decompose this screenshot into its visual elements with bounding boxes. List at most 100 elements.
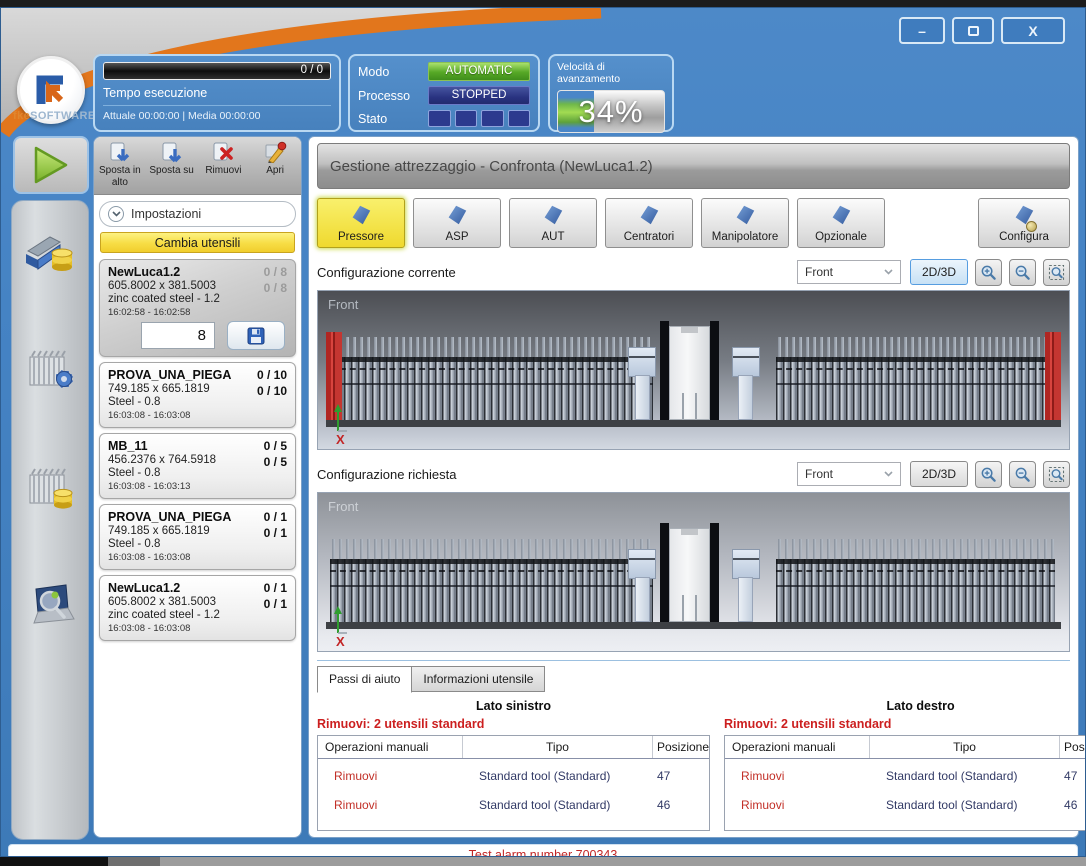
processo-label: Processo bbox=[358, 89, 428, 103]
tool-setup-gear-icon[interactable] bbox=[22, 343, 78, 399]
required-config-viewport[interactable]: Front bbox=[317, 492, 1070, 652]
job-name: NewLuca1.2 bbox=[108, 581, 287, 595]
job-count-2: 0 / 1 bbox=[264, 597, 287, 613]
viewport-front-label: Front bbox=[328, 499, 358, 514]
tempo-label: Tempo esecuzione bbox=[103, 86, 331, 100]
current-zoom-in-button[interactable] bbox=[975, 259, 1002, 286]
tab-label: Centratori bbox=[624, 231, 675, 243]
open-button[interactable]: Apri bbox=[249, 137, 301, 194]
tab-manipolatore[interactable]: Manipolatore bbox=[701, 198, 789, 248]
job-counts: 0 / 8 0 / 8 bbox=[264, 265, 287, 296]
help-tab-label: Passi di aiuto bbox=[329, 672, 400, 686]
chevron-down-icon bbox=[884, 471, 893, 477]
remove-label: Rimuovi bbox=[205, 165, 241, 177]
job-card[interactable]: PROVA_UNA_PIEGA 749.185 x 665.1819 Steel… bbox=[99, 362, 296, 428]
tab-centratori[interactable]: Centratori bbox=[605, 198, 693, 248]
current-view-select[interactable]: Front bbox=[797, 260, 901, 284]
current-2d3d-button[interactable]: 2D/3D bbox=[910, 259, 968, 285]
job-card[interactable]: MB_11 456.2376 x 764.5918 Steel - 0.8 16… bbox=[99, 433, 296, 499]
operation-cell: Rimuovi bbox=[318, 798, 463, 812]
stato-box bbox=[455, 110, 478, 127]
tool-rack-database-icon[interactable] bbox=[22, 461, 78, 517]
zoom-fit-icon bbox=[1048, 466, 1065, 483]
job-card[interactable]: PROVA_UNA_PIEGA 749.185 x 665.1819 Steel… bbox=[99, 504, 296, 570]
tab-label: ASP bbox=[445, 231, 468, 243]
page-title: Gestione attrezzaggio - Confronta (NewLu… bbox=[330, 158, 653, 175]
job-card[interactable]: NewLuca1.2 605.8002 x 381.5003 zinc coat… bbox=[99, 259, 296, 357]
minimize-button[interactable]: – bbox=[899, 17, 945, 44]
progress-value: 0 / 0 bbox=[301, 64, 323, 76]
operation-cell: Rimuovi bbox=[318, 769, 463, 783]
remove-button[interactable]: Rimuovi bbox=[198, 137, 250, 194]
change-tools-label: Cambia utensili bbox=[155, 236, 240, 250]
position-cell: 47 bbox=[653, 769, 709, 783]
start-button[interactable] bbox=[13, 136, 89, 194]
table-row[interactable]: Rimuovi Standard tool (Standard) 46 bbox=[318, 792, 709, 817]
center-clamp-device bbox=[628, 321, 760, 420]
change-tools-button[interactable]: Cambia utensili bbox=[100, 232, 295, 253]
required-zoom-fit-button[interactable] bbox=[1043, 461, 1070, 488]
tool-fence-left bbox=[330, 337, 653, 420]
zoom-fit-icon bbox=[1048, 264, 1065, 281]
table-row[interactable]: Rimuovi Standard tool (Standard) 47 bbox=[318, 763, 709, 788]
job-time: 16:03:08 - 16:03:13 bbox=[108, 481, 287, 492]
tool-database-icon[interactable] bbox=[22, 225, 78, 281]
alarm-text: Test alarm number 700343 bbox=[469, 848, 618, 858]
tool-scene bbox=[326, 321, 1061, 427]
required-2d3d-button[interactable]: 2D/3D bbox=[910, 461, 968, 487]
table-row[interactable]: Rimuovi Standard tool (Standard) 47 bbox=[725, 763, 1086, 788]
settings-expander[interactable]: Impostazioni bbox=[99, 201, 296, 227]
screen-bottom-strip bbox=[0, 857, 1086, 866]
type-cell: Standard tool (Standard) bbox=[463, 769, 653, 783]
tab-opzionale[interactable]: Opzionale bbox=[797, 198, 885, 248]
operation-cell: Rimuovi bbox=[725, 769, 870, 783]
processo-value-badge: STOPPED bbox=[428, 86, 530, 105]
required-zoom-in-button[interactable] bbox=[975, 461, 1002, 488]
x-axis-label: X bbox=[336, 432, 345, 447]
y-axis-arrow-icon bbox=[330, 605, 352, 635]
move-to-top-label: Sposta in alto bbox=[94, 165, 146, 188]
move-to-top-button[interactable]: Sposta in alto bbox=[94, 137, 146, 194]
close-button[interactable]: X bbox=[1001, 17, 1065, 44]
job-time: 16:02:58 - 16:02:58 bbox=[108, 307, 287, 318]
alarm-status-bar[interactable]: Test alarm number 700343 bbox=[8, 844, 1078, 857]
application-window: fkeSOFTWARE – X 0 / 0 Tempo esecuzione A… bbox=[0, 7, 1086, 857]
current-config-viewport[interactable]: Front bbox=[317, 290, 1070, 450]
quantity-input[interactable] bbox=[141, 322, 215, 349]
maximize-button[interactable] bbox=[952, 17, 994, 44]
move-up-button[interactable]: Sposta su bbox=[146, 137, 198, 194]
play-icon bbox=[32, 145, 70, 185]
execution-time-panel: 0 / 0 Tempo esecuzione Attuale 00:00:00 … bbox=[93, 54, 341, 132]
asp-icon bbox=[446, 205, 468, 225]
job-size: 456.2376 x 764.5918 bbox=[108, 454, 287, 466]
job-name: MB_11 bbox=[108, 439, 287, 453]
brand-suffix: SOFTWARE bbox=[30, 110, 96, 122]
job-card[interactable]: NewLuca1.2 605.8002 x 381.5003 zinc coat… bbox=[99, 575, 296, 641]
tab-informazioni-utensile[interactable]: Informazioni utensile bbox=[411, 666, 545, 692]
2d3d-label: 2D/3D bbox=[922, 467, 956, 481]
tab-pressore[interactable]: Pressore bbox=[317, 198, 405, 248]
required-config-label: Configurazione richiesta bbox=[317, 467, 797, 482]
tab-aut[interactable]: AUT bbox=[509, 198, 597, 248]
save-button[interactable] bbox=[227, 321, 285, 350]
tab-asp[interactable]: ASP bbox=[413, 198, 501, 248]
current-zoom-out-button[interactable] bbox=[1009, 259, 1036, 286]
position-cell: 46 bbox=[1060, 798, 1086, 812]
close-icon: X bbox=[1028, 23, 1037, 39]
job-size: 605.8002 x 381.5003 bbox=[108, 280, 287, 292]
required-view-select[interactable]: Front bbox=[797, 462, 901, 486]
taskbar-fragment bbox=[0, 857, 108, 866]
tab-passi-di-aiuto[interactable]: Passi di aiuto bbox=[317, 666, 412, 693]
mode-status-panel: Modo AUTOMATIC Processo STOPPED Stato bbox=[348, 54, 540, 132]
table-row[interactable]: Rimuovi Standard tool (Standard) 46 bbox=[725, 792, 1086, 817]
panel-heading: Lato destro bbox=[724, 699, 1086, 713]
current-zoom-fit-button[interactable] bbox=[1043, 259, 1070, 286]
configura-button[interactable]: Configura bbox=[978, 198, 1070, 248]
required-zoom-out-button[interactable] bbox=[1009, 461, 1036, 488]
diagnostics-icon[interactable] bbox=[22, 579, 78, 635]
axis-indicator: X bbox=[330, 605, 364, 649]
job-count-1: 0 / 1 bbox=[264, 581, 287, 597]
tool-scene bbox=[326, 523, 1061, 629]
open-icon bbox=[263, 141, 287, 163]
current-config-header: Configurazione corrente Front 2D/3D bbox=[317, 258, 1070, 286]
